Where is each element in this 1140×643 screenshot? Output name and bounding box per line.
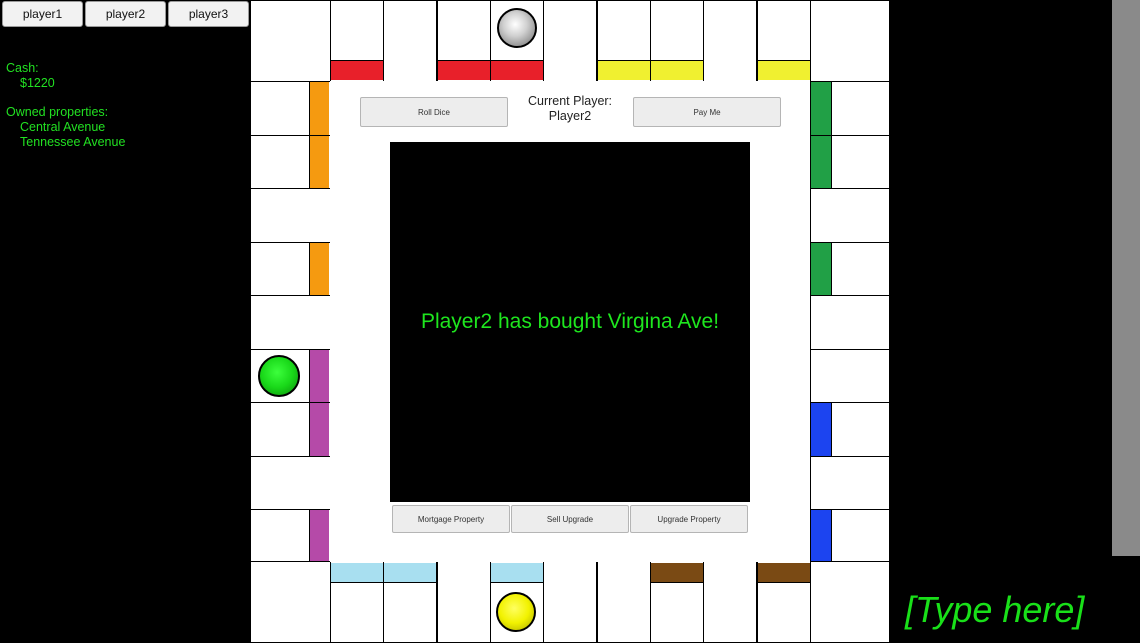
board-space[interactable] xyxy=(703,0,757,82)
property-color-light-blue xyxy=(491,563,543,583)
tab-player1[interactable]: player1 xyxy=(2,1,83,27)
board-space[interactable] xyxy=(250,456,331,510)
pay-me-button[interactable]: Pay Me xyxy=(633,97,781,127)
upgrade-property-button[interactable]: Upgrade Property xyxy=(630,505,748,533)
board-space[interactable] xyxy=(543,0,597,82)
yellow-token-icon[interactable] xyxy=(496,592,536,632)
tab-player2[interactable]: player2 xyxy=(85,1,166,27)
property-color-purple xyxy=(309,510,329,561)
property-color-brown xyxy=(758,563,810,583)
owned-property-item: Central Avenue xyxy=(20,120,106,134)
corner-top-left[interactable] xyxy=(250,0,331,82)
current-player-indicator: Current Player: Player2 xyxy=(510,94,630,124)
corner-bottom-left[interactable] xyxy=(250,561,331,643)
cash-value: $1220 xyxy=(20,76,55,90)
board-space[interactable] xyxy=(810,295,890,350)
game-board: Roll Dice Current Player: Player2 Pay Me… xyxy=(250,0,890,643)
property-color-green xyxy=(811,136,832,188)
board-space[interactable] xyxy=(810,188,890,243)
board-space[interactable] xyxy=(810,349,890,403)
mortgage-property-button[interactable]: Mortgage Property xyxy=(392,505,510,533)
cash-label: Cash: xyxy=(6,61,39,75)
property-color-green xyxy=(811,82,832,135)
console-panel xyxy=(890,0,1140,643)
property-color-green xyxy=(811,243,832,295)
property-color-purple xyxy=(309,403,329,456)
property-color-yellow xyxy=(651,60,703,80)
board-space[interactable] xyxy=(810,456,890,510)
property-color-purple xyxy=(309,350,329,402)
property-color-yellow xyxy=(758,60,810,80)
silver-token-icon[interactable] xyxy=(497,8,537,48)
game-message: Player2 has bought Virgina Ave! xyxy=(420,310,720,333)
console-input[interactable]: [Type here] xyxy=(905,589,1135,637)
current-player-name: Player2 xyxy=(548,109,592,123)
message-display: Player2 has bought Virgina Ave! xyxy=(390,142,750,502)
property-color-orange xyxy=(309,243,329,295)
property-color-orange xyxy=(309,82,329,135)
player-info-panel: player1 player2 player3 Cash: $1220 Owne… xyxy=(0,0,250,643)
board-space[interactable] xyxy=(543,561,597,643)
sell-upgrade-button[interactable]: Sell Upgrade xyxy=(511,505,629,533)
owned-properties-label: Owned properties: xyxy=(6,105,109,119)
roll-dice-button[interactable]: Roll Dice xyxy=(360,97,508,127)
property-color-red xyxy=(491,60,543,80)
board-space[interactable] xyxy=(703,561,757,643)
corner-bottom-right[interactable] xyxy=(810,561,890,643)
property-color-yellow xyxy=(598,60,650,80)
board-center: Roll Dice Current Player: Player2 Pay Me… xyxy=(330,81,810,562)
property-color-brown xyxy=(651,563,703,583)
property-color-orange xyxy=(309,136,329,188)
property-color-light-blue xyxy=(331,563,383,583)
current-player-label: Current Player: xyxy=(527,94,613,108)
owned-property-item: Tennessee Avenue xyxy=(20,135,126,149)
board-space[interactable] xyxy=(597,561,651,643)
property-color-blue xyxy=(811,510,832,561)
corner-top-right[interactable] xyxy=(810,0,890,82)
board-space[interactable] xyxy=(437,561,491,643)
property-color-red xyxy=(331,60,383,80)
board-space[interactable] xyxy=(250,188,331,243)
green-token-icon[interactable] xyxy=(258,355,300,397)
board-space[interactable] xyxy=(250,295,331,350)
board-space[interactable] xyxy=(383,0,437,82)
property-color-light-blue xyxy=(384,563,436,583)
console-scrollbar[interactable] xyxy=(1112,0,1140,556)
property-color-blue xyxy=(811,403,832,456)
tab-player3[interactable]: player3 xyxy=(168,1,249,27)
property-color-red xyxy=(438,60,490,80)
